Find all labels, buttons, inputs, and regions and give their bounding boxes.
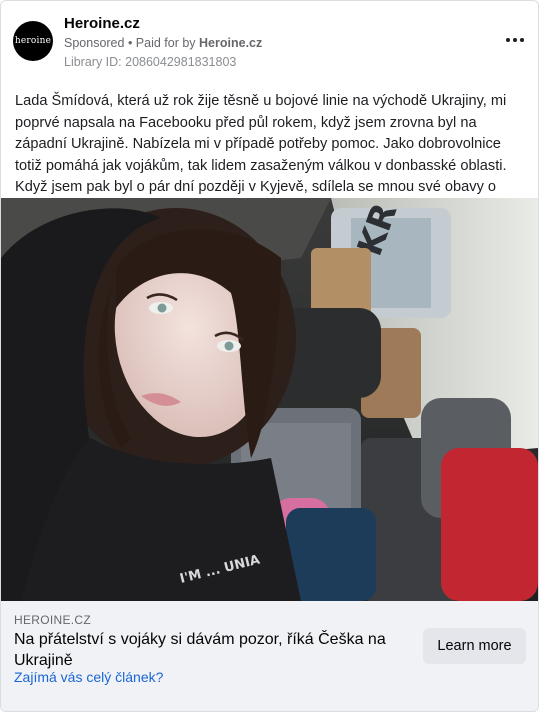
link-description[interactable]: Zajímá vás celý článek? xyxy=(14,669,163,685)
more-options-icon[interactable] xyxy=(502,33,528,47)
link-headline[interactable]: Na přátelství s vojáky si dávám pozor, ř… xyxy=(14,629,394,671)
link-domain: HEROINE.CZ xyxy=(14,613,92,627)
page-avatar[interactable]: heroine xyxy=(13,21,53,61)
paid-for-prefix: • Paid for by xyxy=(124,36,200,50)
paid-for-by-name: Heroine.cz xyxy=(199,36,263,50)
library-id: Library ID: 2086042981831803 xyxy=(64,55,237,69)
ad-card: heroine Heroine.cz Sponsored • Paid for … xyxy=(0,0,539,712)
sponsored-label: Sponsored xyxy=(64,36,125,50)
learn-more-button[interactable]: Learn more xyxy=(423,628,526,664)
page-name-link[interactable]: Heroine.cz xyxy=(64,15,140,32)
photo-illustration: KR I'M ... UNIA xyxy=(1,198,538,601)
avatar-logo-text: heroine xyxy=(14,36,52,46)
ad-image[interactable]: KR I'M ... UNIA xyxy=(1,198,538,601)
sponsored-line: Sponsored • Paid for by Heroine.cz xyxy=(64,36,262,50)
link-preview[interactable]: HEROINE.CZ Na přátelství s vojáky si dáv… xyxy=(1,601,538,711)
ad-header: heroine Heroine.cz Sponsored • Paid for … xyxy=(13,15,528,75)
